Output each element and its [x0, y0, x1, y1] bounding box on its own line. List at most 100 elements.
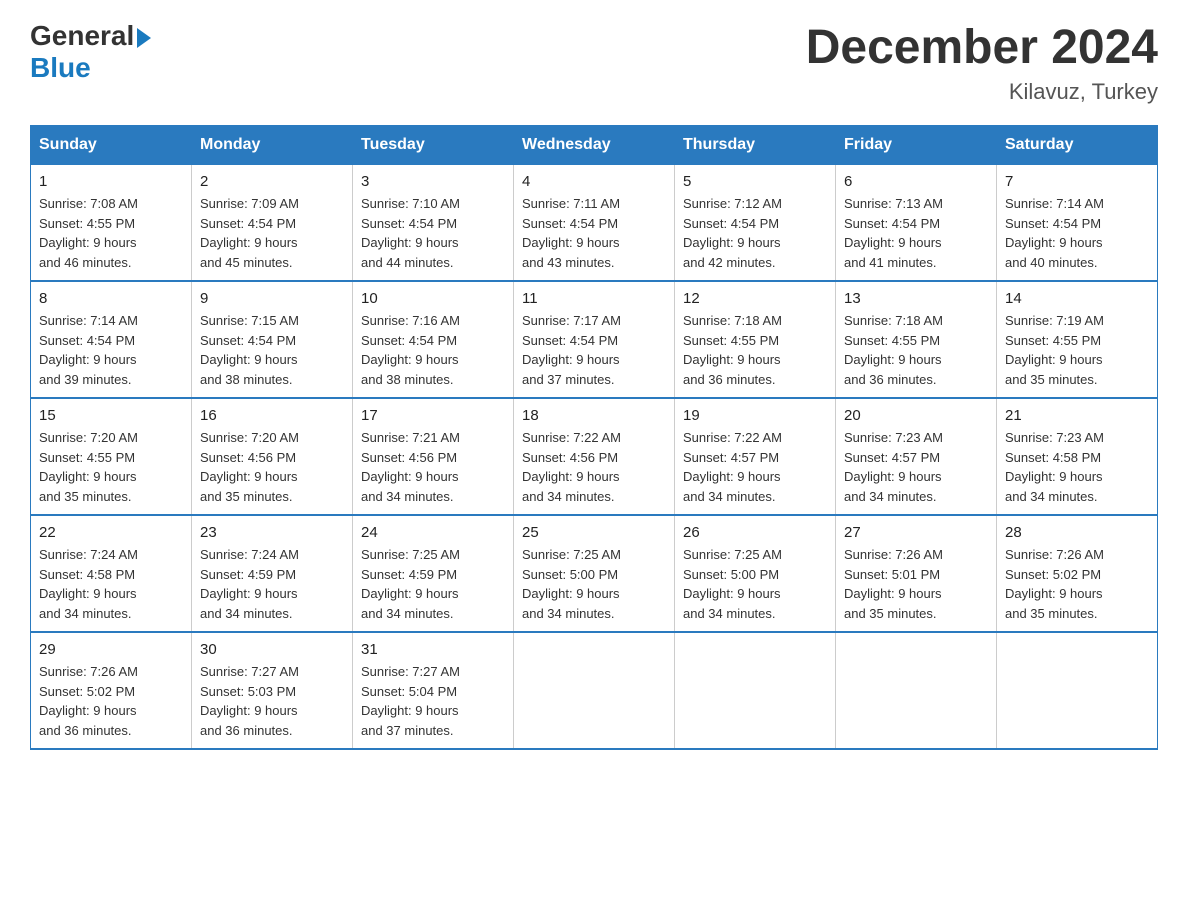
day-header-sunday: Sunday [31, 126, 192, 165]
logo-general-text: General [30, 20, 134, 52]
calendar-week-row: 8 Sunrise: 7:14 AM Sunset: 4:54 PM Dayli… [31, 281, 1158, 398]
location-subtitle: Kilavuz, Turkey [806, 79, 1158, 105]
calendar-cell: 31 Sunrise: 7:27 AM Sunset: 5:04 PM Dayl… [353, 632, 514, 749]
day-header-thursday: Thursday [675, 126, 836, 165]
day-info: Sunrise: 7:17 AM Sunset: 4:54 PM Dayligh… [522, 311, 666, 389]
calendar-cell: 21 Sunrise: 7:23 AM Sunset: 4:58 PM Dayl… [997, 398, 1158, 515]
day-number: 25 [522, 524, 666, 541]
calendar-week-row: 15 Sunrise: 7:20 AM Sunset: 4:55 PM Dayl… [31, 398, 1158, 515]
calendar-cell: 16 Sunrise: 7:20 AM Sunset: 4:56 PM Dayl… [192, 398, 353, 515]
day-info: Sunrise: 7:21 AM Sunset: 4:56 PM Dayligh… [361, 428, 505, 506]
calendar-cell: 6 Sunrise: 7:13 AM Sunset: 4:54 PM Dayli… [836, 165, 997, 282]
calendar-cell: 2 Sunrise: 7:09 AM Sunset: 4:54 PM Dayli… [192, 165, 353, 282]
calendar-body: 1 Sunrise: 7:08 AM Sunset: 4:55 PM Dayli… [31, 165, 1158, 750]
calendar-cell: 17 Sunrise: 7:21 AM Sunset: 4:56 PM Dayl… [353, 398, 514, 515]
day-header-row: SundayMondayTuesdayWednesdayThursdayFrid… [31, 126, 1158, 165]
day-info: Sunrise: 7:09 AM Sunset: 4:54 PM Dayligh… [200, 194, 344, 272]
calendar-cell: 25 Sunrise: 7:25 AM Sunset: 5:00 PM Dayl… [514, 515, 675, 632]
calendar-cell: 29 Sunrise: 7:26 AM Sunset: 5:02 PM Dayl… [31, 632, 192, 749]
calendar-cell: 27 Sunrise: 7:26 AM Sunset: 5:01 PM Dayl… [836, 515, 997, 632]
day-number: 20 [844, 407, 988, 424]
day-header-tuesday: Tuesday [353, 126, 514, 165]
day-number: 19 [683, 407, 827, 424]
day-info: Sunrise: 7:23 AM Sunset: 4:57 PM Dayligh… [844, 428, 988, 506]
day-info: Sunrise: 7:19 AM Sunset: 4:55 PM Dayligh… [1005, 311, 1149, 389]
calendar-cell: 5 Sunrise: 7:12 AM Sunset: 4:54 PM Dayli… [675, 165, 836, 282]
day-number: 2 [200, 173, 344, 190]
day-info: Sunrise: 7:27 AM Sunset: 5:03 PM Dayligh… [200, 662, 344, 740]
calendar-cell: 1 Sunrise: 7:08 AM Sunset: 4:55 PM Dayli… [31, 165, 192, 282]
day-info: Sunrise: 7:14 AM Sunset: 4:54 PM Dayligh… [39, 311, 183, 389]
calendar-cell: 22 Sunrise: 7:24 AM Sunset: 4:58 PM Dayl… [31, 515, 192, 632]
calendar-cell: 14 Sunrise: 7:19 AM Sunset: 4:55 PM Dayl… [997, 281, 1158, 398]
day-number: 7 [1005, 173, 1149, 190]
day-info: Sunrise: 7:18 AM Sunset: 4:55 PM Dayligh… [683, 311, 827, 389]
day-info: Sunrise: 7:27 AM Sunset: 5:04 PM Dayligh… [361, 662, 505, 740]
day-info: Sunrise: 7:24 AM Sunset: 4:58 PM Dayligh… [39, 545, 183, 623]
day-info: Sunrise: 7:22 AM Sunset: 4:57 PM Dayligh… [683, 428, 827, 506]
day-number: 18 [522, 407, 666, 424]
calendar-cell: 12 Sunrise: 7:18 AM Sunset: 4:55 PM Dayl… [675, 281, 836, 398]
day-info: Sunrise: 7:20 AM Sunset: 4:56 PM Dayligh… [200, 428, 344, 506]
day-number: 3 [361, 173, 505, 190]
calendar-week-row: 1 Sunrise: 7:08 AM Sunset: 4:55 PM Dayli… [31, 165, 1158, 282]
day-info: Sunrise: 7:18 AM Sunset: 4:55 PM Dayligh… [844, 311, 988, 389]
day-header-friday: Friday [836, 126, 997, 165]
day-number: 5 [683, 173, 827, 190]
calendar-cell: 24 Sunrise: 7:25 AM Sunset: 4:59 PM Dayl… [353, 515, 514, 632]
day-number: 29 [39, 641, 183, 658]
day-header-wednesday: Wednesday [514, 126, 675, 165]
calendar-header: SundayMondayTuesdayWednesdayThursdayFrid… [31, 126, 1158, 165]
day-info: Sunrise: 7:10 AM Sunset: 4:54 PM Dayligh… [361, 194, 505, 272]
day-number: 8 [39, 290, 183, 307]
calendar-cell [836, 632, 997, 749]
calendar-cell: 18 Sunrise: 7:22 AM Sunset: 4:56 PM Dayl… [514, 398, 675, 515]
day-number: 23 [200, 524, 344, 541]
calendar-cell: 9 Sunrise: 7:15 AM Sunset: 4:54 PM Dayli… [192, 281, 353, 398]
logo-arrow-icon [137, 28, 151, 48]
day-header-monday: Monday [192, 126, 353, 165]
day-info: Sunrise: 7:26 AM Sunset: 5:02 PM Dayligh… [39, 662, 183, 740]
day-info: Sunrise: 7:20 AM Sunset: 4:55 PM Dayligh… [39, 428, 183, 506]
day-header-saturday: Saturday [997, 126, 1158, 165]
day-info: Sunrise: 7:16 AM Sunset: 4:54 PM Dayligh… [361, 311, 505, 389]
day-info: Sunrise: 7:12 AM Sunset: 4:54 PM Dayligh… [683, 194, 827, 272]
day-info: Sunrise: 7:22 AM Sunset: 4:56 PM Dayligh… [522, 428, 666, 506]
calendar-cell [997, 632, 1158, 749]
day-info: Sunrise: 7:23 AM Sunset: 4:58 PM Dayligh… [1005, 428, 1149, 506]
day-number: 9 [200, 290, 344, 307]
calendar-table: SundayMondayTuesdayWednesdayThursdayFrid… [30, 125, 1158, 750]
day-number: 26 [683, 524, 827, 541]
day-info: Sunrise: 7:15 AM Sunset: 4:54 PM Dayligh… [200, 311, 344, 389]
calendar-cell: 13 Sunrise: 7:18 AM Sunset: 4:55 PM Dayl… [836, 281, 997, 398]
day-number: 27 [844, 524, 988, 541]
calendar-cell: 28 Sunrise: 7:26 AM Sunset: 5:02 PM Dayl… [997, 515, 1158, 632]
day-number: 24 [361, 524, 505, 541]
day-number: 21 [1005, 407, 1149, 424]
day-info: Sunrise: 7:11 AM Sunset: 4:54 PM Dayligh… [522, 194, 666, 272]
day-info: Sunrise: 7:25 AM Sunset: 4:59 PM Dayligh… [361, 545, 505, 623]
calendar-cell: 19 Sunrise: 7:22 AM Sunset: 4:57 PM Dayl… [675, 398, 836, 515]
day-info: Sunrise: 7:24 AM Sunset: 4:59 PM Dayligh… [200, 545, 344, 623]
calendar-cell: 3 Sunrise: 7:10 AM Sunset: 4:54 PM Dayli… [353, 165, 514, 282]
day-info: Sunrise: 7:25 AM Sunset: 5:00 PM Dayligh… [683, 545, 827, 623]
day-number: 17 [361, 407, 505, 424]
calendar-cell: 10 Sunrise: 7:16 AM Sunset: 4:54 PM Dayl… [353, 281, 514, 398]
day-info: Sunrise: 7:26 AM Sunset: 5:02 PM Dayligh… [1005, 545, 1149, 623]
calendar-cell: 4 Sunrise: 7:11 AM Sunset: 4:54 PM Dayli… [514, 165, 675, 282]
calendar-cell: 30 Sunrise: 7:27 AM Sunset: 5:03 PM Dayl… [192, 632, 353, 749]
calendar-week-row: 22 Sunrise: 7:24 AM Sunset: 4:58 PM Dayl… [31, 515, 1158, 632]
day-number: 30 [200, 641, 344, 658]
day-number: 22 [39, 524, 183, 541]
day-number: 12 [683, 290, 827, 307]
logo: General Blue [30, 20, 151, 84]
calendar-cell: 20 Sunrise: 7:23 AM Sunset: 4:57 PM Dayl… [836, 398, 997, 515]
day-info: Sunrise: 7:13 AM Sunset: 4:54 PM Dayligh… [844, 194, 988, 272]
calendar-cell: 26 Sunrise: 7:25 AM Sunset: 5:00 PM Dayl… [675, 515, 836, 632]
calendar-cell: 15 Sunrise: 7:20 AM Sunset: 4:55 PM Dayl… [31, 398, 192, 515]
day-number: 28 [1005, 524, 1149, 541]
day-number: 14 [1005, 290, 1149, 307]
day-number: 11 [522, 290, 666, 307]
day-number: 10 [361, 290, 505, 307]
calendar-cell [675, 632, 836, 749]
